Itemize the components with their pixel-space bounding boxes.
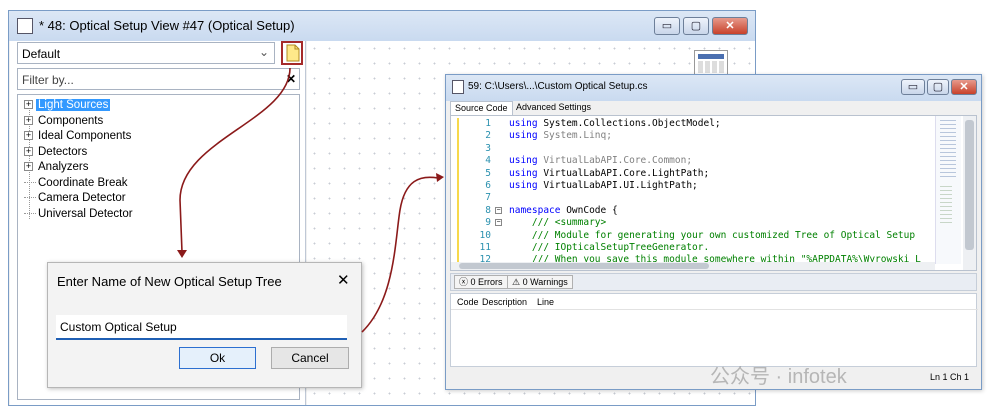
arrowhead-code [436,173,444,182]
arrowhead-dialog [177,250,187,258]
watermark: 公众号 · infotek [710,366,847,388]
arrow-to-code-window [361,176,439,333]
arrow-to-dialog [179,67,291,253]
annotation-arrows [177,67,444,333]
